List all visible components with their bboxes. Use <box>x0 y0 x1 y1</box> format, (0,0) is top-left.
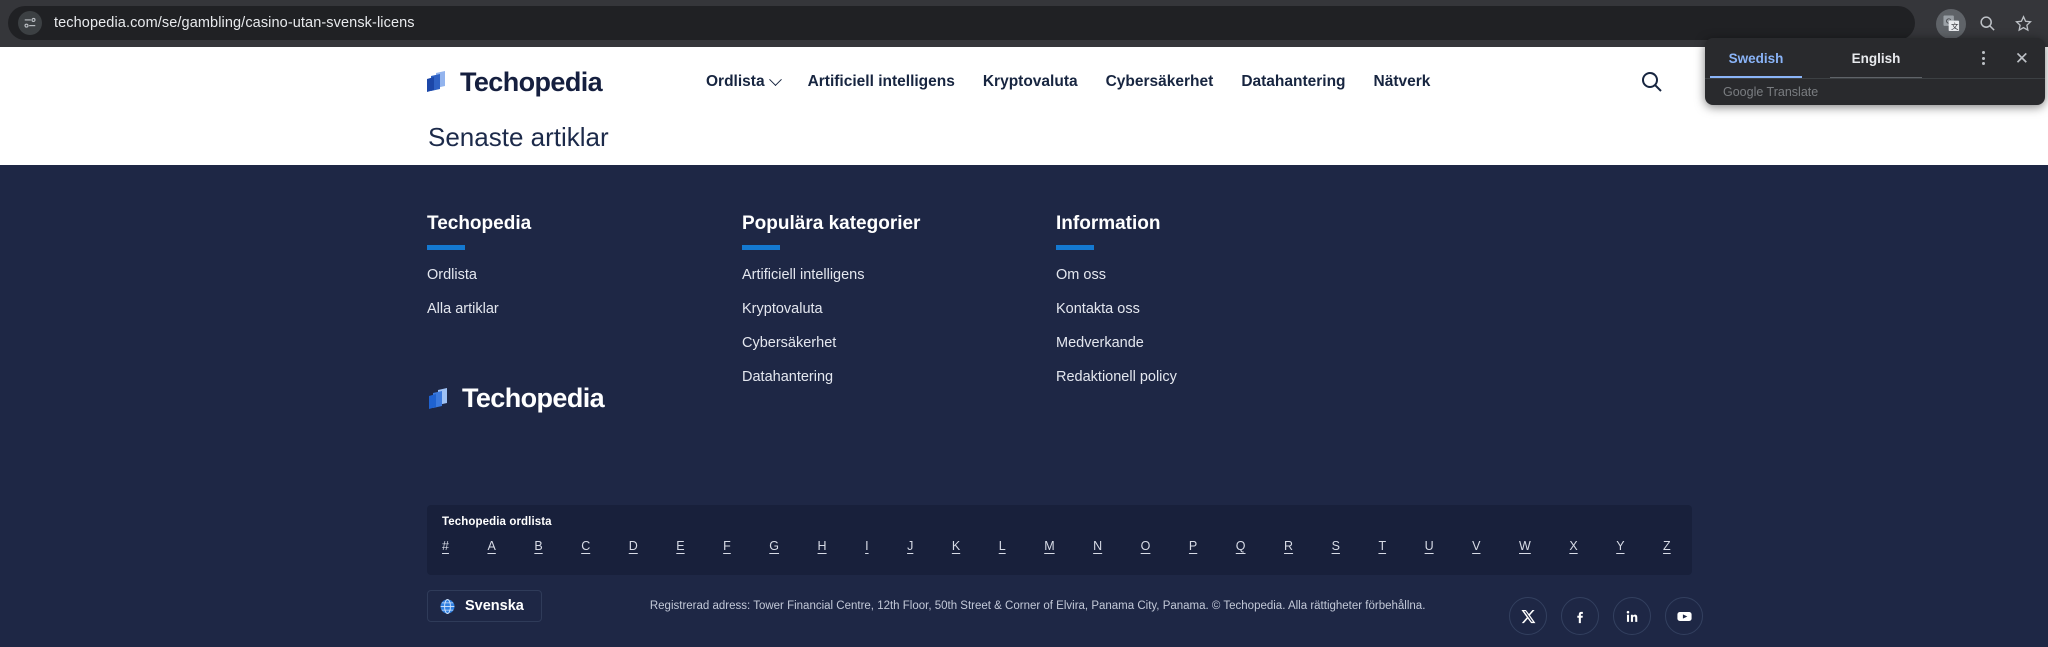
footer-link-kryptovaluta[interactable]: Kryptovaluta <box>742 301 920 317</box>
glossary-letter-j[interactable]: J <box>907 539 913 553</box>
nav-item-natverk[interactable]: Nätverk <box>1374 73 1431 91</box>
glossary-letter-d[interactable]: D <box>629 539 638 553</box>
tab-target-language[interactable]: English <box>1830 38 1922 78</box>
nav-item-label: Ordlista <box>706 73 765 90</box>
footer-column-title: Information <box>1056 213 1161 234</box>
glossary-letter-q[interactable]: Q <box>1236 539 1246 553</box>
header-brand-text: Techopedia <box>460 66 603 97</box>
header-search-icon[interactable] <box>1640 70 1664 94</box>
glossary-letter-h[interactable]: H <box>818 539 827 553</box>
address-bar[interactable]: techopedia.com/se/gambling/casino-utan-s… <box>8 6 1915 40</box>
glossary-letter-y[interactable]: Y <box>1616 539 1624 553</box>
glossary-letter-g[interactable]: G <box>769 539 779 553</box>
chevron-down-icon <box>768 72 782 86</box>
glossary-letter-u[interactable]: U <box>1425 539 1434 553</box>
footer-link-redaktionell-policy[interactable]: Redaktionell policy <box>1056 369 1177 385</box>
translate-tabs: Swedish English ✕ <box>1705 38 2045 78</box>
globe-icon <box>440 598 455 614</box>
language-selector[interactable]: Svenska <box>427 590 542 622</box>
glossary-alphabet-bar: Techopedia ordlista # A B C D E F G H I … <box>427 505 1692 575</box>
footer-link-ordlista[interactable]: Ordlista <box>427 267 531 283</box>
footer-link-kontakta-oss[interactable]: Kontakta oss <box>1056 301 1177 317</box>
glossary-letter-l[interactable]: L <box>999 539 1006 553</box>
footer-link-list: Artificiell intelligens Kryptovaluta Cyb… <box>742 267 920 385</box>
page-settings-icon[interactable] <box>18 11 42 35</box>
glossary-letter-a[interactable]: A <box>487 539 495 553</box>
glossary-letter-list: # A B C D E F G H I J K L M N O P Q R S … <box>442 539 1677 553</box>
techopedia-logo-icon <box>427 71 445 92</box>
translate-provider-row: Google Translate <box>1705 78 2045 105</box>
google-translate-icon[interactable]: G 文 <box>1936 8 1966 39</box>
glossary-letter-x[interactable]: X <box>1569 539 1577 553</box>
glossary-letter-b[interactable]: B <box>534 539 542 553</box>
footer-bottom-row: Svenska Registrerad adress: Tower Financ… <box>427 590 1692 622</box>
translate-popup[interactable]: Swedish English ✕ Google Translate <box>1705 38 2045 105</box>
glossary-letter-f[interactable]: F <box>723 539 731 553</box>
glossary-letter-hash[interactable]: # <box>442 539 449 553</box>
footer-link-list: Ordlista Alla artiklar <box>427 267 531 317</box>
footer-link-cybersakerhet[interactable]: Cybersäkerhet <box>742 335 920 351</box>
translate-provider-label: Google Translate <box>1723 85 1819 99</box>
footer-brand-text: Techopedia <box>462 383 605 413</box>
glossary-letter-k[interactable]: K <box>952 539 960 553</box>
footer-column-title: Populära kategorier <box>742 213 921 234</box>
glossary-letter-r[interactable]: R <box>1284 539 1293 553</box>
legal-text: Registrerad adress: Tower Financial Cent… <box>649 600 1426 612</box>
glossary-letter-c[interactable]: C <box>581 539 590 553</box>
footer-link-medverkande[interactable]: Medverkande <box>1056 335 1177 351</box>
nav-item-kryptovaluta[interactable]: Kryptovaluta <box>983 73 1078 91</box>
footer-accent-rule <box>742 245 780 250</box>
footer-accent-rule <box>1056 245 1094 250</box>
latest-articles-section: Senaste artiklar <box>0 117 2048 165</box>
glossary-letter-n[interactable]: N <box>1093 539 1102 553</box>
glossary-letter-t[interactable]: T <box>1378 539 1386 553</box>
bookmark-star-icon[interactable] <box>2008 9 2038 39</box>
footer-link-om-oss[interactable]: Om oss <box>1056 267 1177 283</box>
kebab-menu-icon[interactable] <box>1974 47 1993 69</box>
close-icon[interactable]: ✕ <box>2007 50 2037 67</box>
nav-item-cybersakerhet[interactable]: Cybersäkerhet <box>1106 73 1214 91</box>
nav-item-ordlista[interactable]: Ordlista <box>706 72 782 91</box>
footer-column-information: Information Om oss Kontakta oss Medverka… <box>1056 213 1177 385</box>
glossary-letter-p[interactable]: P <box>1189 539 1197 553</box>
footer-link-list: Om oss Kontakta oss Medverkande Redaktio… <box>1056 267 1177 385</box>
site-footer: Techopedia Ordlista Alla artiklar Populä… <box>0 165 2048 647</box>
nav-item-datahantering[interactable]: Datahantering <box>1241 73 1345 91</box>
url-text: techopedia.com/se/gambling/casino-utan-s… <box>54 15 415 31</box>
header-logo[interactable]: Techopedia <box>425 66 603 98</box>
language-selector-label: Svenska <box>465 598 524 614</box>
footer-accent-rule <box>427 245 465 250</box>
glossary-letter-o[interactable]: O <box>1141 539 1151 553</box>
main-navigation: Ordlista Artificiell intelligens Kryptov… <box>706 72 1431 91</box>
svg-text:文: 文 <box>1951 21 1959 31</box>
latest-articles-heading: Senaste artiklar <box>428 122 609 152</box>
nav-item-artificiell-intelligens[interactable]: Artificiell intelligens <box>808 73 955 91</box>
search-icon[interactable] <box>1972 9 2002 39</box>
glossary-letter-s[interactable]: S <box>1332 539 1340 553</box>
glossary-letter-z[interactable]: Z <box>1663 539 1671 553</box>
footer-link-alla-artiklar[interactable]: Alla artiklar <box>427 301 531 317</box>
footer-column-populara-kategorier: Populära kategorier Artificiell intellig… <box>742 213 920 385</box>
footer-link-datahantering[interactable]: Datahantering <box>742 369 920 385</box>
footer-column-techopedia: Techopedia Ordlista Alla artiklar <box>427 213 531 317</box>
translate-popup-actions: ✕ <box>1974 38 2037 78</box>
glossary-letter-w[interactable]: W <box>1519 539 1531 553</box>
techopedia-logo-icon <box>429 387 447 409</box>
glossary-letter-e[interactable]: E <box>676 539 684 553</box>
footer-logo[interactable]: Techopedia <box>427 383 605 414</box>
footer-column-title: Techopedia <box>427 213 532 234</box>
glossary-letter-m[interactable]: M <box>1044 539 1054 553</box>
footer-link-artificiell-intelligens[interactable]: Artificiell intelligens <box>742 267 920 283</box>
glossary-label: Techopedia ordlista <box>442 516 552 528</box>
tab-source-language[interactable]: Swedish <box>1710 38 1802 78</box>
glossary-letter-i[interactable]: I <box>865 539 868 553</box>
glossary-letter-v[interactable]: V <box>1472 539 1480 553</box>
